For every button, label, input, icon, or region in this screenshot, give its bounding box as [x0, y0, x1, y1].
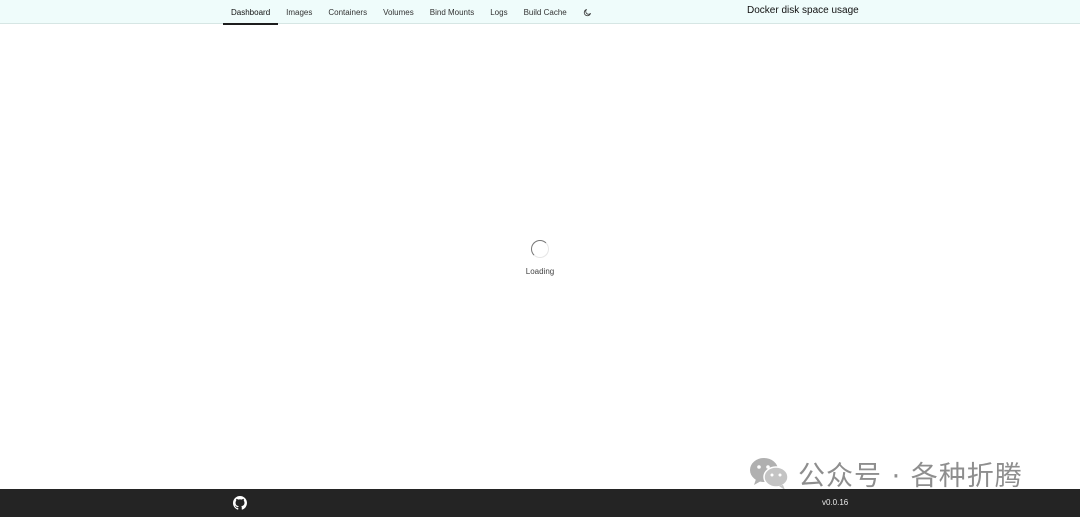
github-icon	[233, 496, 247, 510]
tab-images[interactable]: Images	[278, 0, 320, 24]
spinner-icon	[531, 240, 549, 258]
tab-containers[interactable]: Containers	[320, 0, 375, 24]
app-root: Dashboard Images Containers Volumes Bind…	[0, 0, 1080, 517]
moon-icon	[583, 8, 591, 16]
footer: v0.0.16	[0, 489, 1080, 517]
theme-toggle-button[interactable]	[575, 0, 600, 24]
watermark-text: 公众号 · 各种折腾	[798, 460, 1023, 492]
watermark: 公众号 · 各种折腾	[748, 455, 1023, 492]
wechat-icon	[750, 458, 789, 490]
tab-dashboard[interactable]: Dashboard	[223, 0, 279, 25]
page-title: Docker disk space usage	[747, 5, 859, 16]
loading-indicator: Loading	[500, 240, 580, 276]
loading-label: Loading	[525, 267, 555, 276]
github-link[interactable]	[233, 496, 247, 510]
tab-bind-mounts[interactable]: Bind Mounts	[422, 0, 482, 24]
tab-build-cache[interactable]: Build Cache	[516, 0, 575, 24]
nav-tabs: Dashboard Images Containers Volumes Bind…	[223, 0, 600, 25]
tab-volumes[interactable]: Volumes	[375, 0, 422, 24]
version-label: v0.0.16	[822, 498, 849, 507]
top-header: Dashboard Images Containers Volumes Bind…	[0, 0, 1080, 25]
tab-logs[interactable]: Logs	[482, 0, 515, 24]
